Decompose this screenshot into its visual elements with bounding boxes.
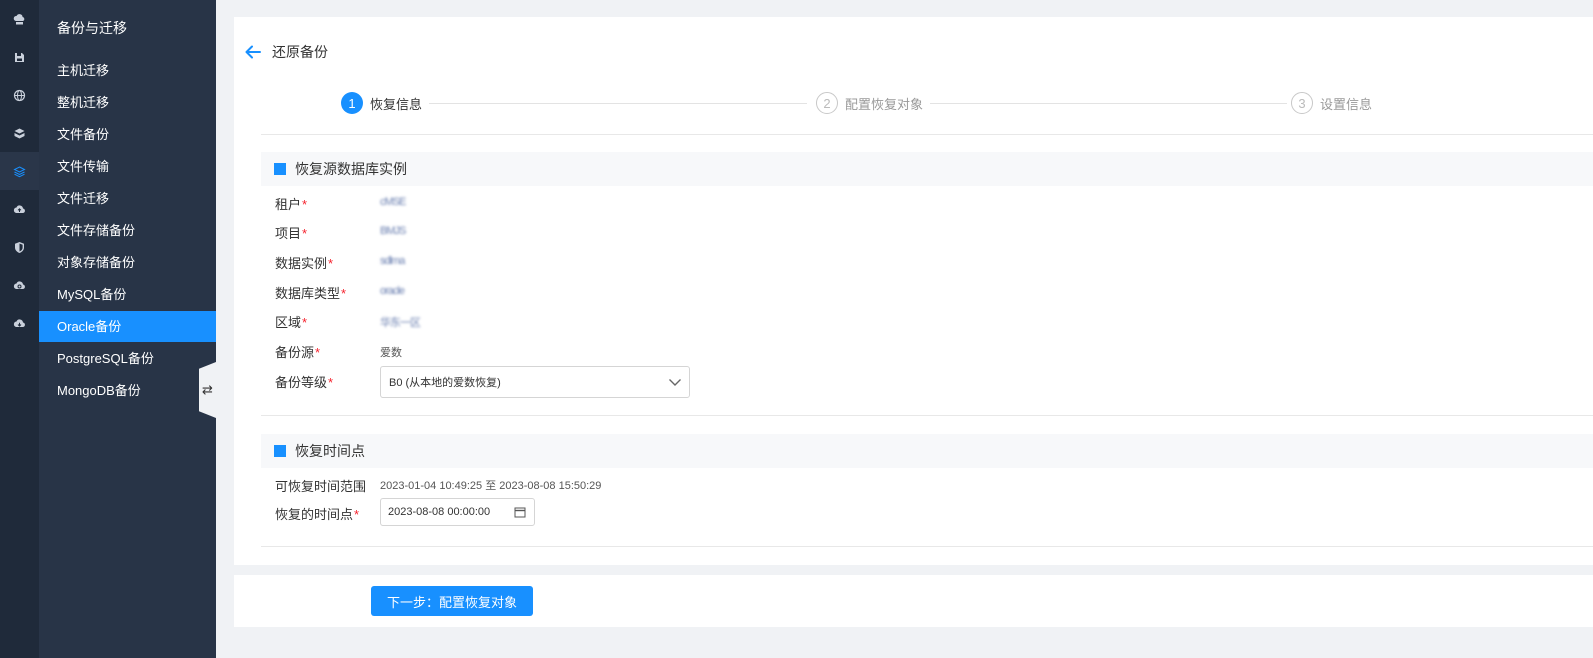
step-label: 配置恢复对象 <box>845 96 924 112</box>
instance-label: 数据实例* <box>275 256 334 271</box>
db-type-label: 数据库类型* <box>275 286 347 301</box>
chevron-down-icon <box>669 379 681 386</box>
step-number: 1 <box>341 92 363 114</box>
cube-stack-icon <box>14 128 25 138</box>
swap-arrows-icon: ⇄ <box>202 382 213 397</box>
cloud-server-icon <box>13 13 25 24</box>
sidebar-item-object-storage-backup[interactable]: 对象存储备份 <box>39 247 216 278</box>
rail-item-cloud-download[interactable] <box>0 304 39 342</box>
region-value: 华东一区 <box>380 317 421 329</box>
sidebar-item-oracle-backup[interactable]: Oracle备份 <box>39 311 216 342</box>
sidebar-item-file-migration[interactable]: 文件迁移 <box>39 183 216 214</box>
menu-title: 备份与迁移 <box>57 20 127 36</box>
step-1: 1 恢复信息 <box>341 92 422 114</box>
project-label: 项目* <box>275 226 308 241</box>
sidebar-item-mysql-backup[interactable]: MySQL备份 <box>39 279 216 310</box>
restore-time-picker[interactable]: 2023-08-08 00:00:00 <box>380 498 535 526</box>
step-number: 2 <box>816 92 838 114</box>
step-connector <box>429 103 807 104</box>
sidebar-item-mongodb-backup[interactable]: MongoDB备份 <box>39 375 216 406</box>
restore-time-value: 2023-08-08 00:00:00 <box>388 506 491 518</box>
database-stack-icon <box>13 165 26 177</box>
sidebar-item-file-backup[interactable]: 文件备份 <box>39 119 216 150</box>
rail-item-globe[interactable] <box>0 76 39 114</box>
section-marker <box>274 163 286 175</box>
recoverable-range-value: 2023-01-04 10:49:25 至 2023-08-08 15:50:2… <box>380 480 602 492</box>
rail-item-cube-stack[interactable] <box>0 114 39 152</box>
shield-icon <box>15 241 24 253</box>
cloud-upload-icon <box>13 204 25 213</box>
page-title: 还原备份 <box>272 44 328 60</box>
section-title: 恢复源数据库实例 <box>295 161 407 177</box>
section-marker <box>274 445 286 457</box>
sidebar-item-file-transfer[interactable]: 文件传输 <box>39 151 216 182</box>
icon-rail <box>0 0 39 658</box>
tenant-label: 租户* <box>275 197 308 212</box>
instance-value: sdlma <box>380 255 405 267</box>
divider <box>261 134 1593 135</box>
section-header-source: 恢复源数据库实例 <box>261 152 1593 186</box>
tenant-value: cMSE <box>380 196 406 208</box>
step-3: 3 设置信息 <box>1291 92 1372 114</box>
step-label: 恢复信息 <box>370 96 423 112</box>
backup-level-selected-value: B0 (从本地的爱数恢复) <box>389 377 501 389</box>
rail-item-cloud-sync[interactable] <box>0 266 39 304</box>
rail-item-cloud-server[interactable] <box>0 0 39 38</box>
sidebar-item-postgresql-backup[interactable]: PostgreSQL备份 <box>39 343 216 374</box>
section-header-time: 恢复时间点 <box>261 434 1593 468</box>
sidebar-item-file-storage-backup[interactable]: 文件存储备份 <box>39 215 216 246</box>
wizard-steps: 1 恢复信息 2 配置恢复对象 3 设置信息 <box>341 92 1381 116</box>
step-label: 设置信息 <box>1320 96 1373 112</box>
wizard-footer: 下一步：配置恢复对象 <box>234 575 1593 627</box>
backup-source-label: 备份源* <box>275 345 321 360</box>
cloud-sync-icon <box>13 280 25 289</box>
divider <box>261 546 1593 547</box>
divider <box>261 415 1593 416</box>
backup-source-value: 爱数 <box>380 347 402 359</box>
sidebar-menu: 备份与迁移 主机迁移 整机迁移 文件备份 文件传输 文件迁移 文件存储备份 对象… <box>39 0 216 658</box>
recoverable-range-label: 可恢复时间范围 <box>275 479 367 494</box>
rail-item-shield[interactable] <box>0 228 39 266</box>
rail-item-save-disk[interactable] <box>0 38 39 76</box>
step-number: 3 <box>1291 92 1313 114</box>
db-type-value: oracle <box>380 285 405 297</box>
project-value: BMJS <box>380 225 406 237</box>
globe-icon <box>13 89 26 101</box>
back-arrow-icon[interactable] <box>244 43 262 61</box>
backup-level-label: 备份等级* <box>275 375 334 390</box>
rail-item-cloud-upload[interactable] <box>0 190 39 228</box>
collapse-sidebar-toggle[interactable]: ⇄ <box>199 362 216 418</box>
cloud-download-icon <box>13 318 25 327</box>
sidebar-item-host-migration[interactable]: 主机迁移 <box>39 55 216 86</box>
restore-time-label: 恢复的时间点* <box>275 507 360 522</box>
restore-backup-card: 还原备份 1 恢复信息 2 配置恢复对象 3 设置信息 恢复源数据库实例 租户*… <box>234 17 1593 565</box>
sidebar-item-machine-migration[interactable]: 整机迁移 <box>39 87 216 118</box>
save-disk-icon <box>15 52 24 62</box>
step-connector <box>930 103 1287 104</box>
calendar-icon <box>514 507 526 518</box>
next-step-button[interactable]: 下一步：配置恢复对象 <box>371 586 533 616</box>
backup-level-select[interactable]: B0 (从本地的爱数恢复) <box>380 366 690 398</box>
region-label: 区域* <box>275 315 308 330</box>
rail-item-database-stack[interactable] <box>0 152 39 190</box>
step-2: 2 配置恢复对象 <box>816 92 923 114</box>
section-title: 恢复时间点 <box>295 443 365 459</box>
